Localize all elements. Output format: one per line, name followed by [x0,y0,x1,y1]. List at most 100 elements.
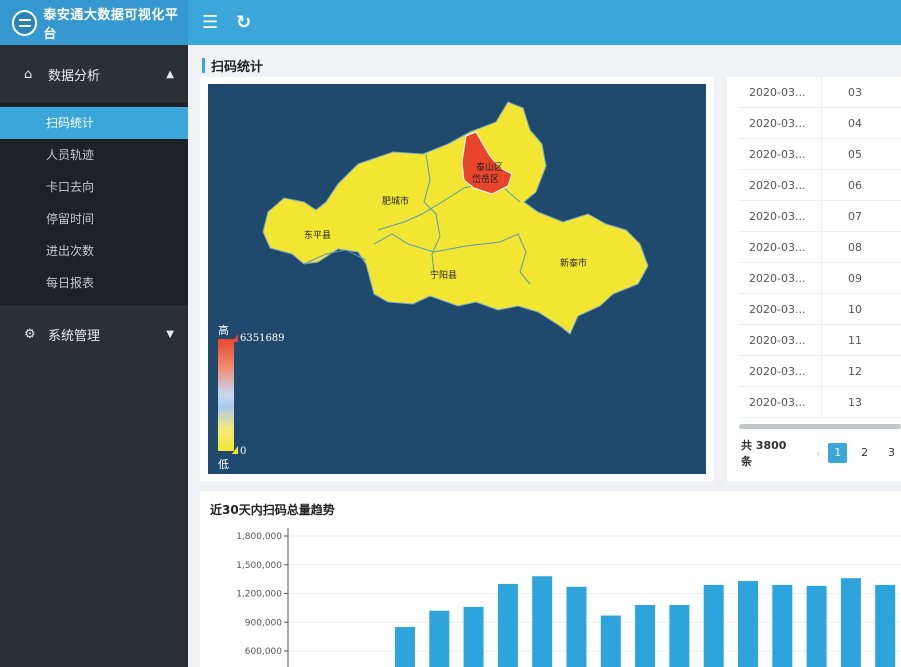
bar-chart: 600,000 900,000 1,200,000 1,500,000 1,800,00… [236,528,901,667]
sidebar-item-stay-time[interactable]: 停留时间 [0,203,188,235]
bar[interactable] [395,627,415,667]
y-tick-label: 600,000 [245,647,282,657]
region-label-dongping: 东平县 [304,231,332,241]
bar[interactable] [635,605,656,667]
bar[interactable] [429,610,450,667]
cell-day: 13 [821,386,901,418]
sidebar-group-label: 数据分析 [48,68,101,84]
chevron-up-icon: ▲ [166,68,174,80]
app-title: 泰安通大数据可视化平台 [43,7,179,42]
bar[interactable] [703,584,724,667]
horizontal-scrollbar[interactable] [739,424,901,429]
sidebar-item-person-track[interactable]: 人员轨迹 [0,139,188,171]
cell-day: 09 [821,262,901,294]
legend-max-value: 6351689 [240,333,285,344]
cell-date: 2020-03... [749,271,806,285]
bar[interactable] [772,584,793,667]
top-header: 泰安通大数据可视化平台 ☰ ↻ [0,0,901,45]
cell-day: 12 [821,355,901,387]
table-row[interactable]: 2020-03... 04 [739,107,901,139]
legend-min-value: 0 [240,446,247,457]
pagination-page-1[interactable]: 1 [828,443,848,463]
table-row[interactable]: 2020-03... 11 [739,324,901,356]
cell-day: 06 [821,169,901,201]
bar[interactable] [532,576,553,667]
map-region-fill [262,101,649,335]
menu-icon[interactable]: ☰ [202,12,218,33]
y-tick-label: 900,000 [245,618,282,628]
sidebar-item-checkpoint-direction[interactable]: 卡口去向 [0,171,188,203]
table-row[interactable]: 2020-03... 09 [739,262,901,294]
bar[interactable] [566,586,587,667]
submenu: 扫码统计 人员轨迹 卡口去向 停留时间 进出次数 每日报表 [0,103,188,305]
cell-date: 2020-03... [749,147,806,161]
cell-date: 2020-03... [749,85,806,99]
region-label-ningyang: 宁阳县 [430,271,458,281]
sidebar-item-daily-report[interactable]: 每日报表 [0,267,188,299]
sidebar-group-data-analysis[interactable]: ⌂ 数据分析 ▲ [0,45,188,103]
region-label-feicheng: 肥城市 [382,197,410,207]
region-label-xintai: 新泰市 [560,259,588,269]
bar[interactable] [669,605,690,667]
sidebar-group-label: 系统管理 [48,328,101,344]
sidebar-item-scan-stats[interactable]: 扫码统计 [0,107,188,139]
data-table-panel: 2020-03... 03 2020-03... 04 2020-03... 05 2020… [727,76,901,481]
bar[interactable] [497,583,518,667]
cell-date: 2020-03... [749,395,806,409]
pagination-page-3[interactable]: 3 [882,443,901,463]
title-accent [202,57,205,73]
cell-date: 2020-03... [749,333,806,347]
table-row[interactable]: 2020-03... 05 [739,138,901,170]
table-row[interactable]: 2020-03... 06 [739,169,901,201]
table-row[interactable]: 2020-03... 10 [739,293,901,325]
y-tick-label: 1,500,000 [236,561,282,571]
legend-low-label: 低 [218,458,229,471]
bar[interactable] [840,578,861,667]
brand[interactable]: 泰安通大数据可视化平台 [0,0,188,45]
refresh-icon[interactable]: ↻ [236,12,251,33]
sidebar-group-system-management[interactable]: ⚙ 系统管理 ▼ [0,305,188,363]
sidebar-item-entry-exit-count[interactable]: 进出次数 [0,235,188,267]
gear-icon: ⚙ [24,326,36,342]
legend-handle-bottom[interactable] [232,446,238,454]
main-content: 扫码统计 泰山区 岱岳区 肥城市 东平县 宁阳县 新泰市 高 6351689 0… [188,45,901,667]
bar[interactable] [600,615,621,667]
bar[interactable] [875,584,896,667]
cell-day: 03 [821,76,901,108]
cell-day: 08 [821,231,901,263]
pagination-page-2[interactable]: 2 [855,443,874,463]
bar[interactable] [806,585,827,667]
cell-date: 2020-03... [749,178,806,192]
region-label-daiyue: 岱岳区 [472,175,500,185]
table-row[interactable]: 2020-03... 03 [739,76,901,108]
table-row[interactable]: 2020-03... 07 [739,200,901,232]
bar[interactable] [463,606,484,667]
logo-icon [12,9,38,36]
cell-day: 05 [821,138,901,170]
home-icon: ⌂ [24,66,33,82]
cell-date: 2020-03... [749,209,806,223]
cell-date: 2020-03... [749,364,806,378]
chevron-down-icon: ▼ [166,328,174,340]
pagination-prev-button[interactable]: ‹ [816,447,820,460]
cell-day: 10 [821,293,901,325]
cell-day: 04 [821,107,901,139]
y-tick-label: 1,200,000 [236,590,282,600]
page-title: 扫码统计 [211,59,264,75]
bar[interactable] [738,581,758,667]
y-tick-label: 1,800,000 [236,532,282,542]
pagination: 共 3800 条 ‹ 1 2 3 [739,437,901,469]
cell-day: 11 [821,324,901,356]
table-row[interactable]: 2020-03... 13 [739,386,901,418]
sidebar: ⌂ 数据分析 ▲ 扫码统计 人员轨迹 卡口去向 停留时间 进出次数 每日报表 ⚙… [0,45,188,667]
cell-date: 2020-03... [749,302,806,316]
choropleth-map[interactable]: 泰山区 岱岳区 肥城市 东平县 宁阳县 新泰市 高 6351689 0 低 [208,84,706,474]
legend-high-label: 高 [218,324,229,337]
section-title: 扫码统计 [202,55,263,75]
cell-date: 2020-03... [749,116,806,130]
legend-color-scale[interactable] [218,339,234,451]
data-table: 2020-03... 03 2020-03... 04 2020-03... 05 2020… [739,76,901,418]
table-row[interactable]: 2020-03... 12 [739,355,901,387]
table-row[interactable]: 2020-03... 08 [739,231,901,263]
cell-day: 07 [821,200,901,232]
